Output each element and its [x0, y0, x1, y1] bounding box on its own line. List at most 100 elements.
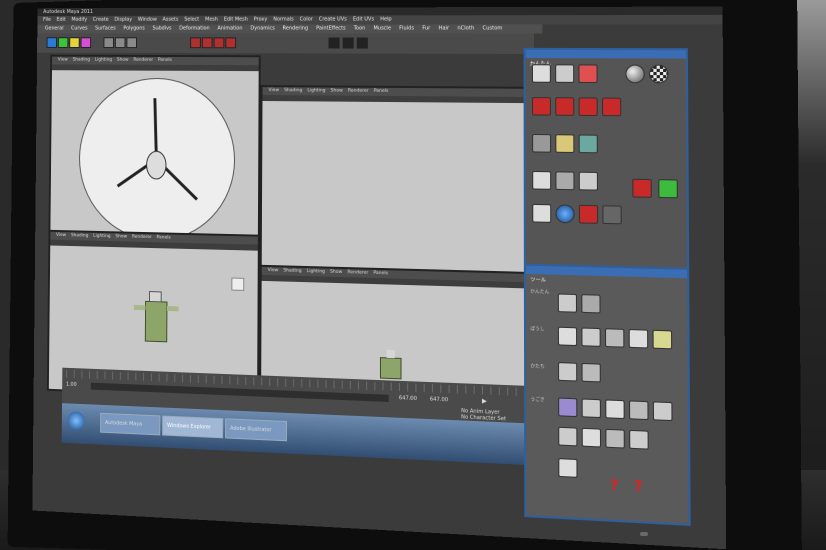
viewport-persp-upper[interactable]: View Shading Lighting Show Renderer Pane… [259, 85, 529, 274]
viewport-menu-show[interactable]: Show [331, 88, 343, 96]
start-button[interactable] [67, 411, 85, 430]
viewport-menu-lighting[interactable]: Lighting [95, 57, 112, 65]
shelf-tool-icon[interactable] [328, 37, 340, 49]
shelf-tab-custom[interactable]: Custom [482, 24, 502, 33]
viewport-menu-shading[interactable]: Shading [73, 57, 90, 65]
shelf-tab-painteffects[interactable]: PaintEffects [316, 24, 346, 33]
shelf-tab-general[interactable]: General [45, 25, 64, 34]
shelf-tab-fur[interactable]: Fur [422, 24, 430, 33]
menu-color[interactable]: Color [300, 16, 313, 25]
viewport-menu-view[interactable]: View [56, 232, 66, 240]
part-icon[interactable] [557, 293, 578, 313]
shelf-tab-polygons[interactable]: Polygons [123, 25, 144, 34]
confirm-icon[interactable] [658, 179, 678, 199]
viewport-menu-panels[interactable]: Panels [158, 57, 172, 65]
part-icon[interactable] [605, 428, 625, 449]
shelf-tab-ncloth[interactable]: nCloth [457, 24, 474, 33]
menu-normals[interactable]: Normals [273, 16, 294, 25]
viewport-menu-lighting[interactable]: Lighting [307, 87, 325, 95]
menu-display[interactable]: Display [114, 16, 132, 25]
cursor-icon[interactable] [532, 170, 552, 190]
part-icon[interactable] [605, 399, 625, 420]
viewport-menu-view[interactable]: View [268, 87, 279, 95]
red-tool-icon[interactable] [555, 97, 575, 116]
shelf-tab-surfaces[interactable]: Surfaces [95, 25, 116, 34]
grid-icon[interactable] [555, 64, 575, 83]
play-forward-icon[interactable]: ▶ [482, 398, 487, 405]
shelf-tool-icon[interactable] [57, 37, 69, 48]
viewport-top[interactable]: View Shading Lighting Show Renderer Pane… [48, 54, 261, 237]
menu-edit[interactable]: Edit [57, 16, 66, 25]
part-icon[interactable] [581, 294, 601, 314]
taskbar-item[interactable]: Windows Explorer [162, 415, 224, 439]
menu-modify[interactable]: Modify [71, 16, 87, 25]
shelf-tab-dynamics[interactable]: Dynamics [250, 25, 274, 34]
part-icon[interactable] [558, 426, 578, 447]
shelf-tool-icon[interactable] [190, 37, 201, 49]
part-icon[interactable] [628, 400, 649, 421]
range-end-b[interactable]: 647.00 [430, 396, 448, 403]
box-icon[interactable] [555, 134, 575, 154]
viewport-menu-show[interactable]: Show [117, 57, 129, 65]
part-icon[interactable] [629, 429, 649, 450]
taskbar-item[interactable]: Adobe Illustrator [225, 418, 288, 442]
part-icon[interactable] [557, 362, 578, 382]
shelf-tool-icon[interactable] [342, 37, 354, 49]
paint-icon[interactable] [578, 171, 599, 191]
shelf-tab-hair[interactable]: Hair [439, 24, 450, 33]
part-icon[interactable] [581, 427, 602, 448]
viewport-menu-view[interactable]: View [58, 57, 68, 65]
part-icon[interactable] [628, 328, 649, 349]
range-end-a[interactable]: 647.00 [399, 395, 417, 402]
viewport-menu-panels[interactable]: Panels [374, 88, 389, 96]
shelf-tool-icon[interactable] [356, 37, 368, 49]
taskbar-item[interactable]: Autodesk Maya [100, 412, 161, 436]
menu-file[interactable]: File [43, 16, 51, 25]
shelf-tool-icon[interactable] [114, 37, 126, 49]
menu-assets[interactable]: Assets [163, 16, 179, 25]
part-icon[interactable] [581, 398, 601, 419]
menu-mesh[interactable]: Mesh [205, 16, 218, 25]
view-icon[interactable] [531, 64, 551, 83]
shelf-tool-icon[interactable] [103, 37, 115, 49]
red-tool-icon[interactable] [531, 97, 552, 116]
menu-select[interactable]: Select [184, 16, 199, 25]
viewport-menu-shading[interactable]: Shading [284, 87, 302, 95]
part-icon[interactable] [581, 362, 601, 383]
arrows-icon[interactable] [578, 64, 598, 84]
rotate-icon[interactable] [532, 203, 552, 223]
shelf-tool-icon[interactable] [201, 37, 213, 49]
shelf-tab-curves[interactable]: Curves [71, 25, 88, 34]
move-icon[interactable] [602, 205, 622, 225]
shelf-tool-icon[interactable] [126, 37, 138, 49]
chain-icon[interactable] [532, 133, 552, 153]
shelf-tab-animation[interactable]: Animation [217, 25, 242, 34]
shelf-tool-icon[interactable] [46, 37, 58, 48]
red-tool-icon[interactable] [601, 97, 622, 117]
viewport-menu-view[interactable]: View [268, 267, 279, 275]
undo-icon[interactable] [632, 178, 652, 198]
sphere-icon[interactable] [625, 64, 645, 84]
help-icon[interactable]: ? [610, 477, 619, 494]
part-icon[interactable] [652, 401, 673, 422]
shelf-tool-icon[interactable] [225, 37, 237, 49]
range-start[interactable]: 1.00 [66, 382, 77, 388]
menu-create-uvs[interactable]: Create UVs [319, 15, 347, 24]
trash-icon[interactable] [555, 171, 575, 191]
part-icon[interactable] [558, 397, 578, 418]
shelf-tab-muscle[interactable]: Muscle [373, 24, 391, 33]
shelf-tool-icon[interactable] [213, 37, 225, 49]
menu-edit-mesh[interactable]: Edit Mesh [224, 16, 248, 25]
menu-create[interactable]: Create [93, 16, 109, 25]
checker-sphere-icon[interactable] [649, 64, 669, 84]
menu-help[interactable]: Help [380, 15, 392, 24]
help-icon[interactable]: ? [634, 479, 643, 496]
viewport-menu-renderer[interactable]: Renderer [133, 57, 153, 65]
shelf-tool-icon[interactable] [69, 37, 80, 48]
menu-edit-uvs[interactable]: Edit UVs [353, 15, 374, 24]
part-icon[interactable] [581, 327, 601, 347]
cube-icon[interactable] [578, 134, 598, 154]
shelf-tab-subdivs[interactable]: Subdivs [152, 25, 171, 34]
shelf-tab-toon[interactable]: Toon [354, 24, 366, 33]
part-icon[interactable] [557, 326, 578, 347]
